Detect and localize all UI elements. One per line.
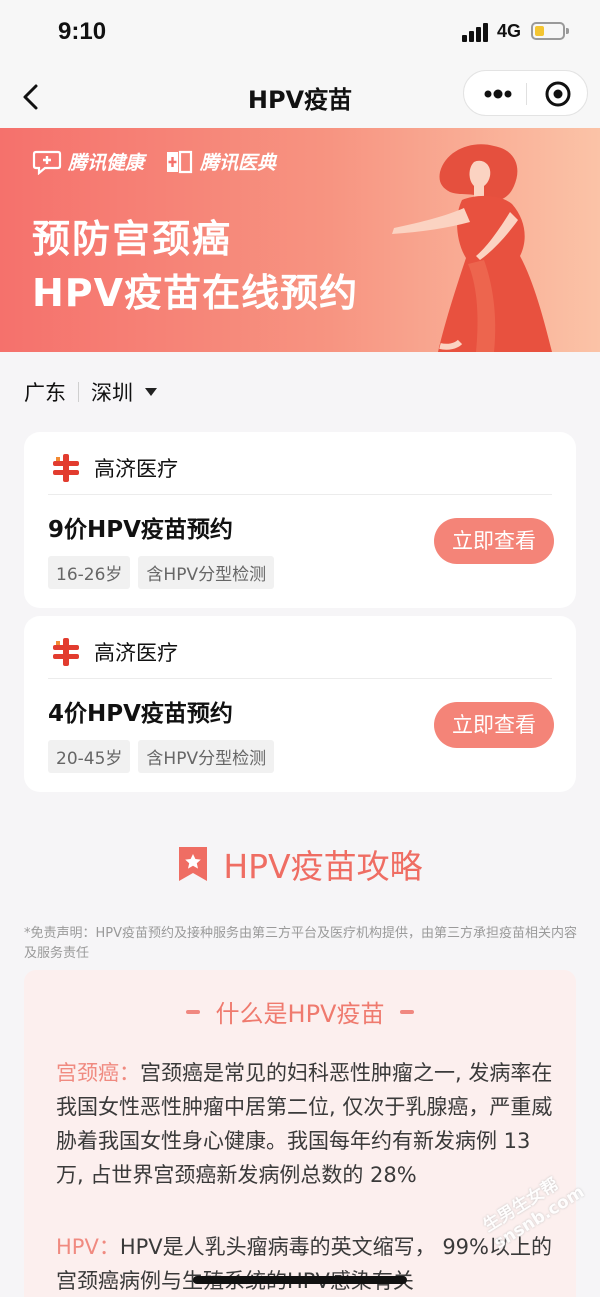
disclaimer-text: *免责声明：HPV疫苗预约及接种服务由第三方平台及医疗机构提供，由第三方承担疫苗…: [24, 926, 578, 961]
tencent-health-logo: 腾讯健康: [32, 148, 144, 175]
card-divider: [48, 678, 552, 679]
tencent-dict-logo: 腾讯医典: [164, 148, 276, 175]
feature-tag: 含HPV分型检测: [138, 740, 275, 773]
section-heading-text: 什么是HPV疫苗: [215, 1000, 385, 1028]
status-bar: 9:10 4G: [0, 0, 600, 66]
feature-tag: 含HPV分型检测: [138, 556, 275, 589]
guide-title-text: HPV疫苗攻略: [223, 847, 423, 886]
promo-banner[interactable]: 腾讯健康 腾讯医典 预防宫颈癌 HPV疫苗在线预约: [0, 128, 600, 352]
location-selector[interactable]: 广东 深圳: [24, 376, 157, 408]
provider-name: 高济医疗: [94, 641, 178, 665]
card-title: 4价HPV疫苗预约: [48, 701, 233, 727]
cervical-cancer-paragraph: 宫颈癌：宫颈癌是常见的妇科恶性肿瘤之一, 发病率在我国女性恶性肿瘤中居第二位, …: [56, 1056, 556, 1192]
card-title: 9价HPV疫苗预约: [48, 517, 233, 543]
hpv-intro-card: 什么是HPV疫苗 宫颈癌：宫颈癌是常见的妇科恶性肿瘤之一, 发病率在我国女性恶性…: [24, 970, 576, 1297]
signal-icon: [462, 22, 492, 42]
section-heading: 什么是HPV疫苗: [24, 994, 576, 1029]
dropdown-arrow-icon[interactable]: [145, 388, 157, 396]
health-chat-icon: [32, 150, 62, 175]
miniprogram-capsule: [463, 70, 588, 116]
close-miniprogram-icon[interactable]: [540, 79, 576, 109]
more-icon[interactable]: [478, 79, 518, 109]
medical-book-icon: [167, 150, 193, 173]
capsule-divider: [526, 83, 527, 105]
heading-dash-right: [400, 1009, 415, 1014]
vaccine-card-9valent[interactable]: 高济医疗 9价HPV疫苗预约 16-26岁 含HPV分型检测 立即查看: [24, 432, 576, 608]
provider-logo-icon: [53, 638, 79, 666]
status-time: 9:10: [58, 18, 107, 45]
paragraph-text: HPV是人乳头瘤病毒的英文缩写， 99%以上的宫颈癌病例与生殖系统的HPV感染有…: [56, 1235, 552, 1293]
age-tag: 16-26岁: [48, 556, 131, 589]
tag-list: 20-45岁 含HPV分型检测: [48, 740, 282, 773]
banner-headline-1: 预防宫颈癌: [32, 217, 233, 261]
nav-bar: HPV疫苗: [0, 66, 600, 128]
battery-icon: [531, 22, 569, 40]
paragraph-label: 宫颈癌：: [56, 1061, 140, 1085]
card-divider: [48, 494, 552, 495]
view-now-button[interactable]: 立即查看: [434, 702, 554, 748]
heading-dash-left: [185, 1009, 200, 1014]
card-header: 高济医疗: [50, 450, 178, 486]
province-label[interactable]: 广东: [24, 377, 66, 407]
hpv-paragraph: HPV：HPV是人乳头瘤病毒的英文缩写， 99%以上的宫颈癌病例与生殖系统的HP…: [56, 1230, 556, 1297]
network-label: 4G: [497, 21, 522, 41]
guide-section-title: HPV疫苗攻略: [0, 840, 600, 888]
tag-list: 16-26岁 含HPV分型检测: [48, 556, 282, 589]
bookmark-star-icon: [179, 847, 208, 881]
home-indicator[interactable]: [193, 1276, 407, 1284]
banner-headline-2: HPV疫苗在线预约: [32, 271, 359, 315]
card-header: 高济医疗: [50, 634, 178, 670]
paragraph-label: HPV：: [56, 1235, 120, 1259]
age-tag: 20-45岁: [48, 740, 131, 773]
vaccine-card-4valent[interactable]: 高济医疗 4价HPV疫苗预约 20-45岁 含HPV分型检测 立即查看: [24, 616, 576, 792]
provider-name: 高济医疗: [94, 457, 178, 481]
provider-logo-icon: [53, 454, 79, 482]
brand-health-text: 腾讯健康: [68, 152, 145, 174]
location-divider: [78, 382, 79, 402]
city-label[interactable]: 深圳: [91, 377, 133, 407]
view-now-button[interactable]: 立即查看: [434, 518, 554, 564]
brand-dict-text: 腾讯医典: [200, 152, 277, 174]
woman-illustration: [392, 144, 552, 352]
